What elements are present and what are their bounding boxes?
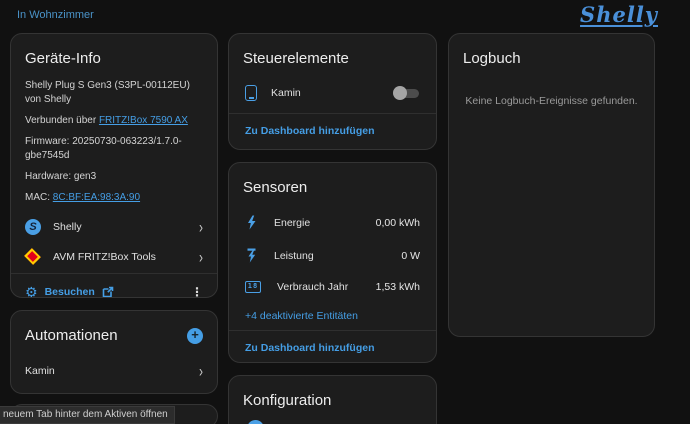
breadcrumb-area-link[interactable]: In Wohnzimmer <box>17 9 94 21</box>
counter-icon: 18 <box>245 281 261 293</box>
config-entity-icon <box>247 420 264 424</box>
control-row-kamin: Kamin <box>229 77 436 111</box>
automations-card: Automationen + Kamin › <box>10 310 218 394</box>
power-plug-icon <box>245 85 257 101</box>
sensors-card: Sensoren Energie 0,00 kWh Leistung 0 W 1… <box>228 162 437 363</box>
visit-device-row[interactable]: ⚙ Besuchen ⋮ <box>11 276 217 298</box>
mac-link[interactable]: 8C:BF:EA:98:3A:90 <box>53 192 140 203</box>
automations-title: Automationen <box>11 311 187 354</box>
external-link-icon <box>102 286 114 298</box>
device-page: In Wohnzimmer Shelly Geräte-Info Shelly … <box>0 0 690 424</box>
visit-label: Besuchen <box>45 286 95 298</box>
disabled-entities-link[interactable]: +4 deaktivierte Entitäten <box>229 302 436 328</box>
integration-label: AVM FRITZ!Box Tools <box>53 251 187 263</box>
add-to-dashboard-link[interactable]: Zu Dashboard hinzufügen <box>229 333 436 363</box>
card-divider <box>11 273 217 274</box>
sensor-label: Verbrauch Jahr <box>277 281 360 293</box>
avm-logo-icon <box>24 248 41 265</box>
integration-row-avm[interactable]: AVM FRITZ!Box Tools › <box>11 242 217 271</box>
sensor-value: 1,53 kWh <box>376 281 420 293</box>
browser-status-tooltip: neuem Tab hinter dem Aktiven öffnen <box>0 406 175 424</box>
sensor-row-energie[interactable]: Energie 0,00 kWh <box>229 206 436 239</box>
toggle-knob <box>393 86 407 100</box>
logbook-title: Logbuch <box>449 34 654 77</box>
sensor-row-verbrauch-jahr[interactable]: 18 Verbrauch Jahr 1,53 kWh <box>229 272 436 302</box>
device-manufacturer: von Shelly <box>25 93 203 107</box>
lightning-bolt-icon <box>245 215 258 230</box>
sensors-title: Sensoren <box>229 163 436 206</box>
device-model: Shelly Plug S Gen3 (S3PL-00112EU) <box>25 79 203 93</box>
device-info-title: Geräte-Info <box>11 34 217 77</box>
gear-icon: ⚙ <box>25 285 38 298</box>
sensor-row-leistung[interactable]: Leistung 0 W <box>229 239 436 272</box>
integration-label: Shelly <box>53 221 187 233</box>
sensor-value: 0,00 kWh <box>376 217 420 229</box>
logbook-empty-message: Keine Logbuch-Ereignisse gefunden. <box>449 77 654 107</box>
device-hardware: Hardware: gen3 <box>25 170 203 184</box>
add-automation-button[interactable]: + <box>187 328 203 344</box>
sensor-value: 0 W <box>401 250 420 262</box>
kamin-toggle-switch[interactable] <box>393 86 420 100</box>
device-info-card: Geräte-Info Shelly Plug S Gen3 (S3PL-001… <box>10 33 218 298</box>
integration-row-shelly[interactable]: S Shelly › <box>11 212 217 242</box>
chevron-right-icon: › <box>199 247 203 267</box>
device-info-details: Shelly Plug S Gen3 (S3PL-00112EU) von Sh… <box>11 77 217 205</box>
control-label: Kamin <box>271 87 301 99</box>
flash-icon <box>245 248 258 263</box>
controls-title: Steuerelemente <box>229 34 436 77</box>
card-divider <box>229 113 436 114</box>
router-link[interactable]: FRITZ!Box 7590 AX <box>99 115 188 126</box>
sensor-label: Leistung <box>274 250 385 262</box>
configuration-card: Konfiguration <box>228 375 437 424</box>
overflow-menu-icon[interactable]: ⋮ <box>191 285 203 298</box>
automation-row-kamin[interactable]: Kamin › <box>11 354 217 385</box>
add-to-dashboard-link[interactable]: Zu Dashboard hinzufügen <box>229 116 436 148</box>
card-divider <box>229 330 436 331</box>
shelly-logo-icon: S <box>25 219 41 235</box>
chevron-right-icon: › <box>199 217 203 237</box>
sensor-label: Energie <box>274 217 360 229</box>
logbook-card: Logbuch Keine Logbuch-Ereignisse gefunde… <box>448 33 655 337</box>
device-mac: MAC: 8C:BF:EA:98:3A:90 <box>25 191 203 205</box>
configuration-title: Konfiguration <box>229 376 436 419</box>
chevron-right-icon: › <box>199 361 203 381</box>
device-connection: Verbunden über FRITZ!Box 7590 AX <box>25 114 203 128</box>
device-firmware: Firmware: 20250730-063223/1.7.0-gbe7545d <box>25 135 203 163</box>
controls-card: Steuerelemente Kamin Zu Dashboard hinzuf… <box>228 33 437 150</box>
shelly-brand-logo: Shelly <box>580 2 658 27</box>
automation-label: Kamin <box>25 365 187 377</box>
